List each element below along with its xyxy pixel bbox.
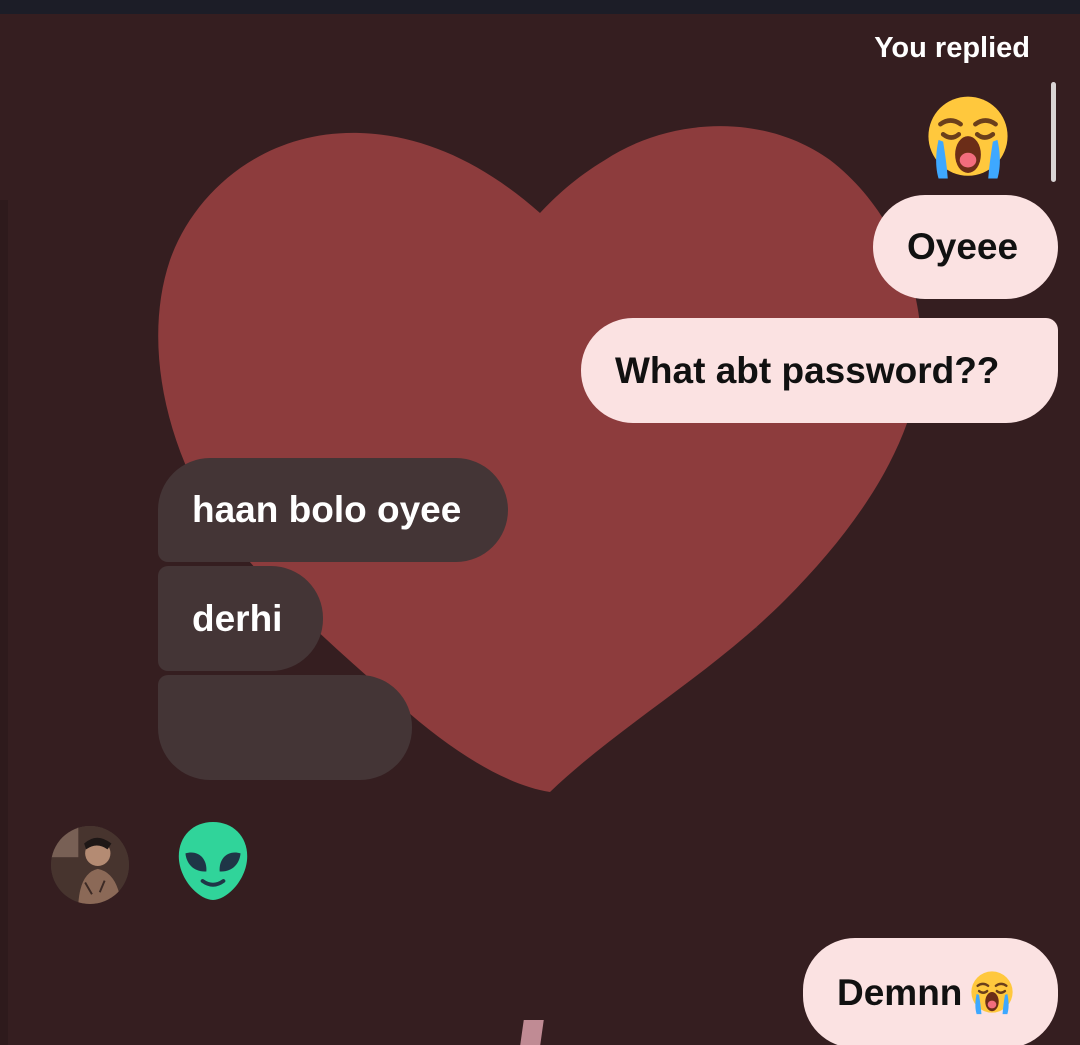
crying-face-icon: [928, 96, 1008, 179]
top-status-strip: [0, 0, 1080, 14]
left-edge-shadow: [0, 200, 8, 1045]
message-text: What abt password??: [615, 349, 1000, 391]
chat-screen: You replied Oyeee What abt password?? ha…: [0, 0, 1080, 1045]
message-text: Demnn: [837, 972, 963, 1013]
you-replied-label: You replied: [874, 32, 1030, 64]
message-text: haan bolo oyee: [192, 489, 462, 530]
alien-face-icon: [178, 822, 248, 900]
outgoing-message-bubble[interactable]: Demnn: [803, 938, 1058, 1045]
crying-face-icon: [971, 971, 1014, 1015]
scroll-indicator[interactable]: [1051, 82, 1056, 182]
message-text: Oyeee: [907, 226, 1019, 267]
incoming-message-bubble[interactable]: [158, 675, 412, 780]
sender-avatar[interactable]: [51, 826, 129, 904]
outgoing-message-bubble[interactable]: What abt password??: [581, 318, 1058, 423]
incoming-message-bubble[interactable]: haan bolo oyee: [158, 458, 508, 562]
incoming-message-bubble[interactable]: derhi: [158, 566, 323, 671]
message-text: derhi: [192, 597, 283, 639]
outgoing-message-bubble[interactable]: Oyeee: [873, 195, 1058, 299]
background-fragment: [520, 1020, 544, 1045]
avatar-image: [51, 826, 129, 904]
